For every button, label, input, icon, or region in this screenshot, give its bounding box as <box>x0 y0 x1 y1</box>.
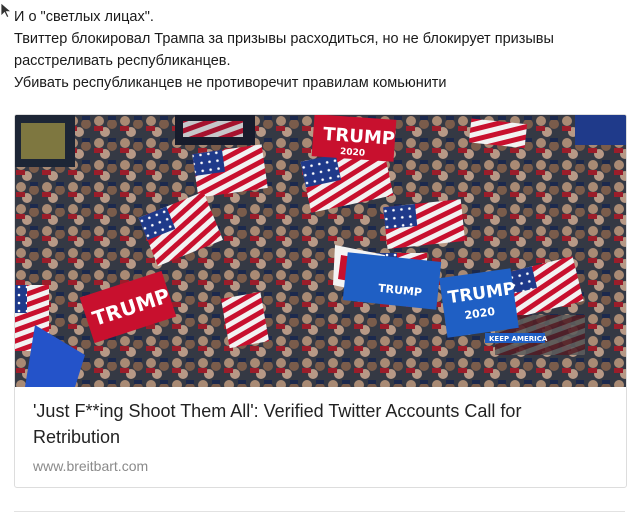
post-text: И о "светлых лицах". Твиттер блокировал … <box>14 6 630 94</box>
link-preview-title[interactable]: 'Just F**ing Shoot Them All': Verified T… <box>33 398 608 450</box>
post-line-1: И о "светлых лицах". <box>14 9 154 25</box>
link-preview-domain: www.breitbart.com <box>33 458 149 474</box>
post-line-3: Убивать республиканцев не противоречит п… <box>14 75 447 91</box>
link-preview-body[interactable]: 'Just F**ing Shoot Them All': Verified T… <box>33 398 608 474</box>
sign-1-sub: 2020 <box>340 147 366 159</box>
link-preview-image[interactable]: TRUMP 2020 TRUMP TRUMP 2020 TRUMP KEEP A… <box>15 115 626 387</box>
mouse-pointer-icon <box>0 2 12 18</box>
sign-5-text: KEEP AMERICA <box>489 335 548 343</box>
link-preview-card[interactable]: TRUMP 2020 TRUMP TRUMP 2020 TRUMP KEEP A… <box>14 114 627 488</box>
divider <box>14 511 625 512</box>
crowd-rally-photo-icon: TRUMP 2020 TRUMP TRUMP 2020 TRUMP KEEP A… <box>15 115 626 387</box>
post-line-2: Твиттер блокировал Трампа за призывы рас… <box>14 31 554 69</box>
